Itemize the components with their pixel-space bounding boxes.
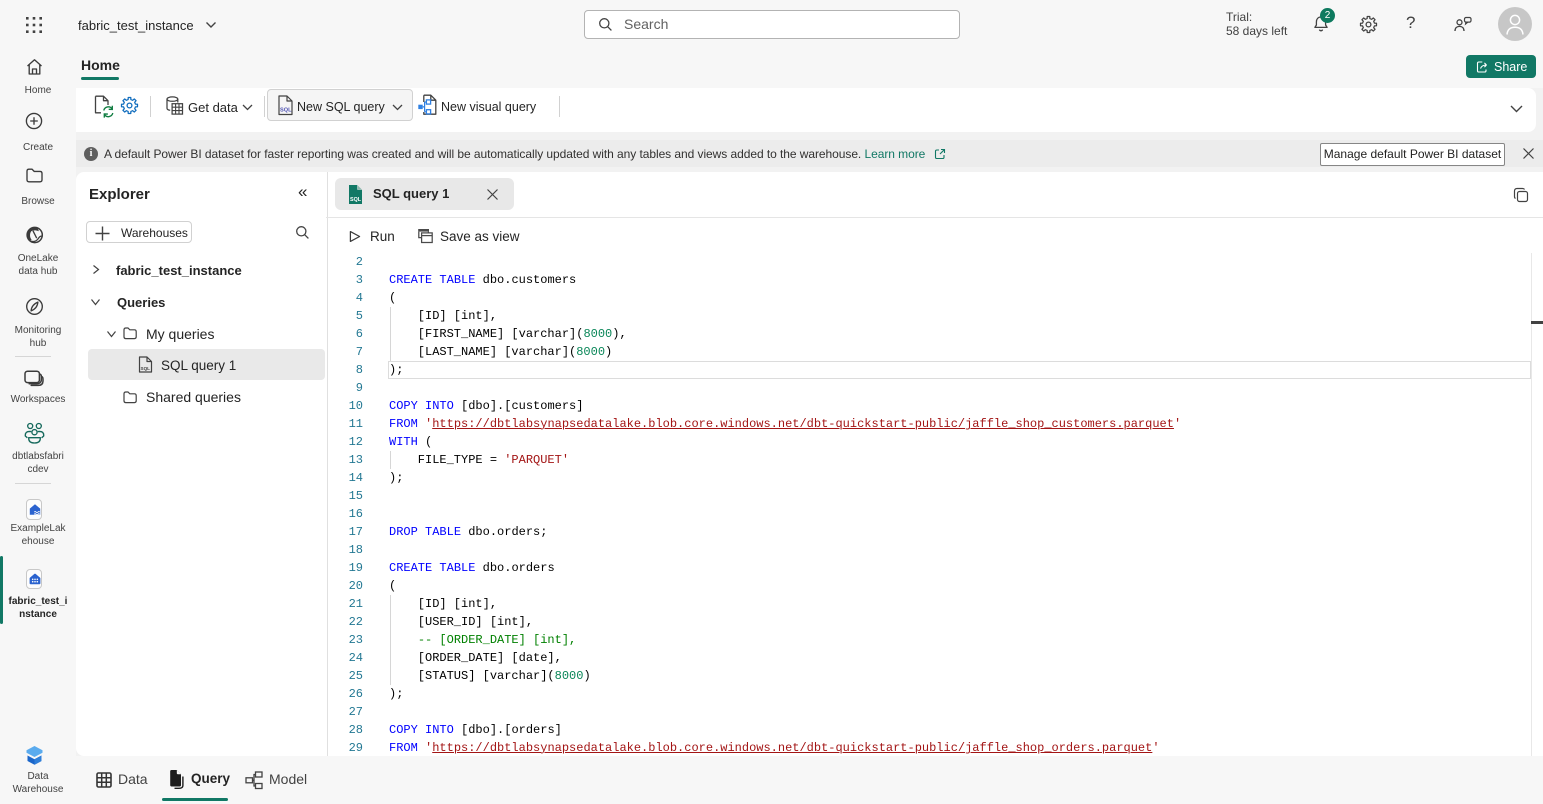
svg-text:SQL: SQL [141, 366, 151, 371]
svg-text:SQL: SQL [350, 197, 362, 203]
svg-text:SQL: SQL [280, 108, 292, 114]
